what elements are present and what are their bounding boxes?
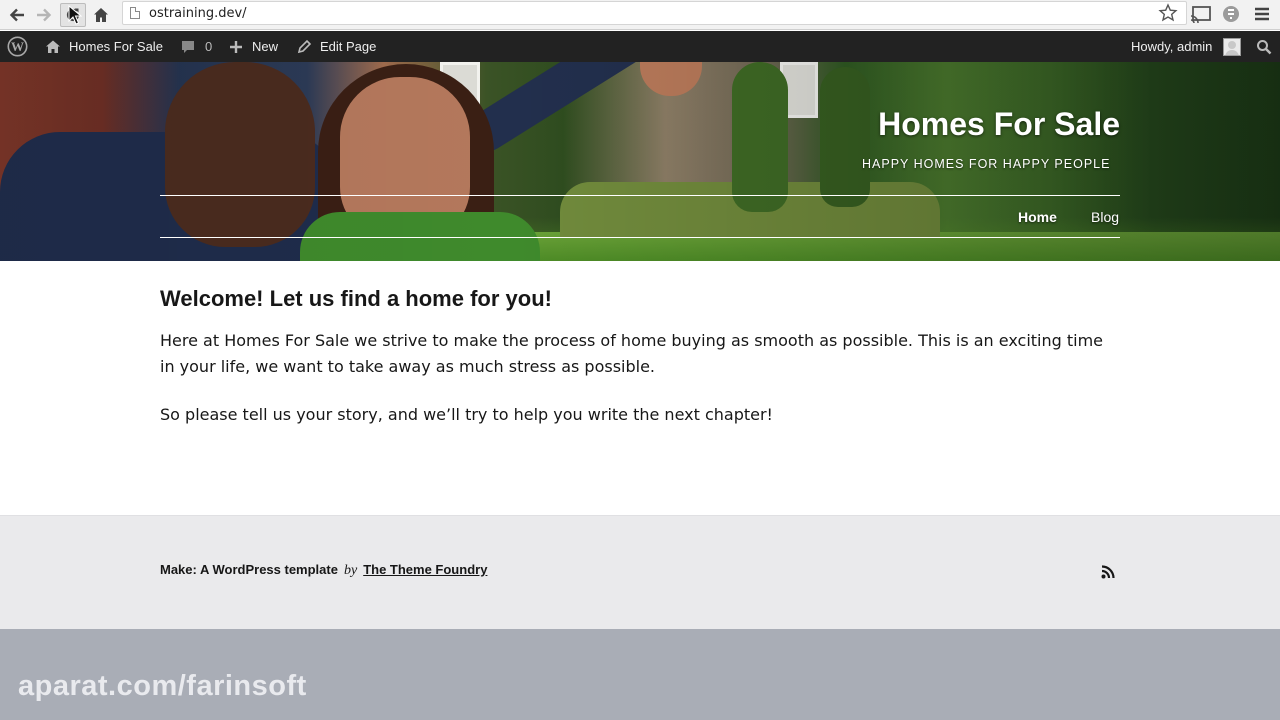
site-footer: Make: A WordPress template by The Theme Fo… xyxy=(0,515,1280,629)
arrow-left-icon xyxy=(9,8,24,22)
pencil-icon xyxy=(297,39,312,54)
footer-credit: Make: A WordPress template by The Theme Fo… xyxy=(160,562,487,579)
admin-edit-page-button[interactable]: Edit Page xyxy=(297,31,376,62)
admin-comments-link[interactable]: 0 xyxy=(180,31,212,62)
browser-toolbar: ostraining.dev/ xyxy=(0,0,1280,30)
header-divider xyxy=(160,195,1120,196)
avatar[interactable] xyxy=(1223,38,1241,56)
admin-search-button[interactable] xyxy=(1256,31,1272,62)
url-text: ostraining.dev/ xyxy=(149,5,247,21)
home-icon xyxy=(94,8,108,22)
bookmark-star-icon[interactable] xyxy=(1158,3,1178,23)
page-content: Welcome! Let us find a home for you! Her… xyxy=(160,286,1120,450)
admin-edit-label: Edit Page xyxy=(320,39,377,54)
admin-new-button[interactable]: New xyxy=(229,31,278,62)
mouse-cursor-icon xyxy=(68,5,82,25)
admin-site-link[interactable]: Homes For Sale xyxy=(45,31,163,62)
site-tagline: HAPPY HOMES FOR HAPPY PEOPLE xyxy=(862,157,1111,171)
site-title[interactable]: Homes For Sale xyxy=(860,106,1120,143)
page-background: aparat.com/farinsoft xyxy=(0,629,1280,720)
forward-button[interactable] xyxy=(32,3,56,27)
rss-icon[interactable] xyxy=(1101,565,1115,579)
howdy-text: Howdy, admin xyxy=(1131,39,1213,54)
header-divider xyxy=(160,237,1120,238)
svg-text:W: W xyxy=(11,39,24,54)
credit-by: by xyxy=(343,563,358,578)
address-bar[interactable]: ostraining.dev/ xyxy=(122,1,1187,25)
cast-icon[interactable] xyxy=(1190,4,1212,24)
home-button[interactable] xyxy=(89,3,113,27)
content-paragraph: So please tell us your story, and we’ll … xyxy=(160,405,773,424)
page-title: Welcome! Let us find a home for you! xyxy=(160,286,552,311)
admin-new-label: New xyxy=(252,39,279,54)
wordpress-logo-button[interactable]: W xyxy=(7,31,28,62)
comments-count: 0 xyxy=(205,39,213,54)
wordpress-logo-icon: W xyxy=(7,36,28,57)
admin-site-name: Homes For Sale xyxy=(69,39,163,54)
theme-name: Make: A WordPress template xyxy=(160,562,338,577)
admin-bar: W Homes For Sale 0 New Edit Page Howdy, … xyxy=(0,31,1280,62)
admin-account-link[interactable]: Howdy, admin xyxy=(1131,31,1212,62)
site-header: Homes For Sale HAPPY HOMES FOR HAPPY PEO… xyxy=(0,62,1280,261)
back-button[interactable] xyxy=(5,3,29,27)
main-navigation: Home Blog xyxy=(1000,209,1120,229)
menu-icon[interactable] xyxy=(1252,4,1272,24)
extension-icon[interactable] xyxy=(1220,3,1242,25)
search-icon xyxy=(1257,39,1272,54)
watermark: aparat.com/farinsoft xyxy=(18,670,307,702)
content-paragraph: Here at Homes For Sale we strive to make… xyxy=(160,331,1104,376)
theme-author-link[interactable]: The Theme Foundry xyxy=(363,562,487,577)
comment-bubble-icon xyxy=(182,40,194,53)
nav-item-blog[interactable]: Blog xyxy=(1091,209,1119,225)
page-icon xyxy=(130,7,140,19)
arrow-right-icon xyxy=(37,8,52,22)
plus-icon xyxy=(230,40,242,53)
house-icon xyxy=(46,40,60,53)
nav-item-home[interactable]: Home xyxy=(1018,209,1057,225)
